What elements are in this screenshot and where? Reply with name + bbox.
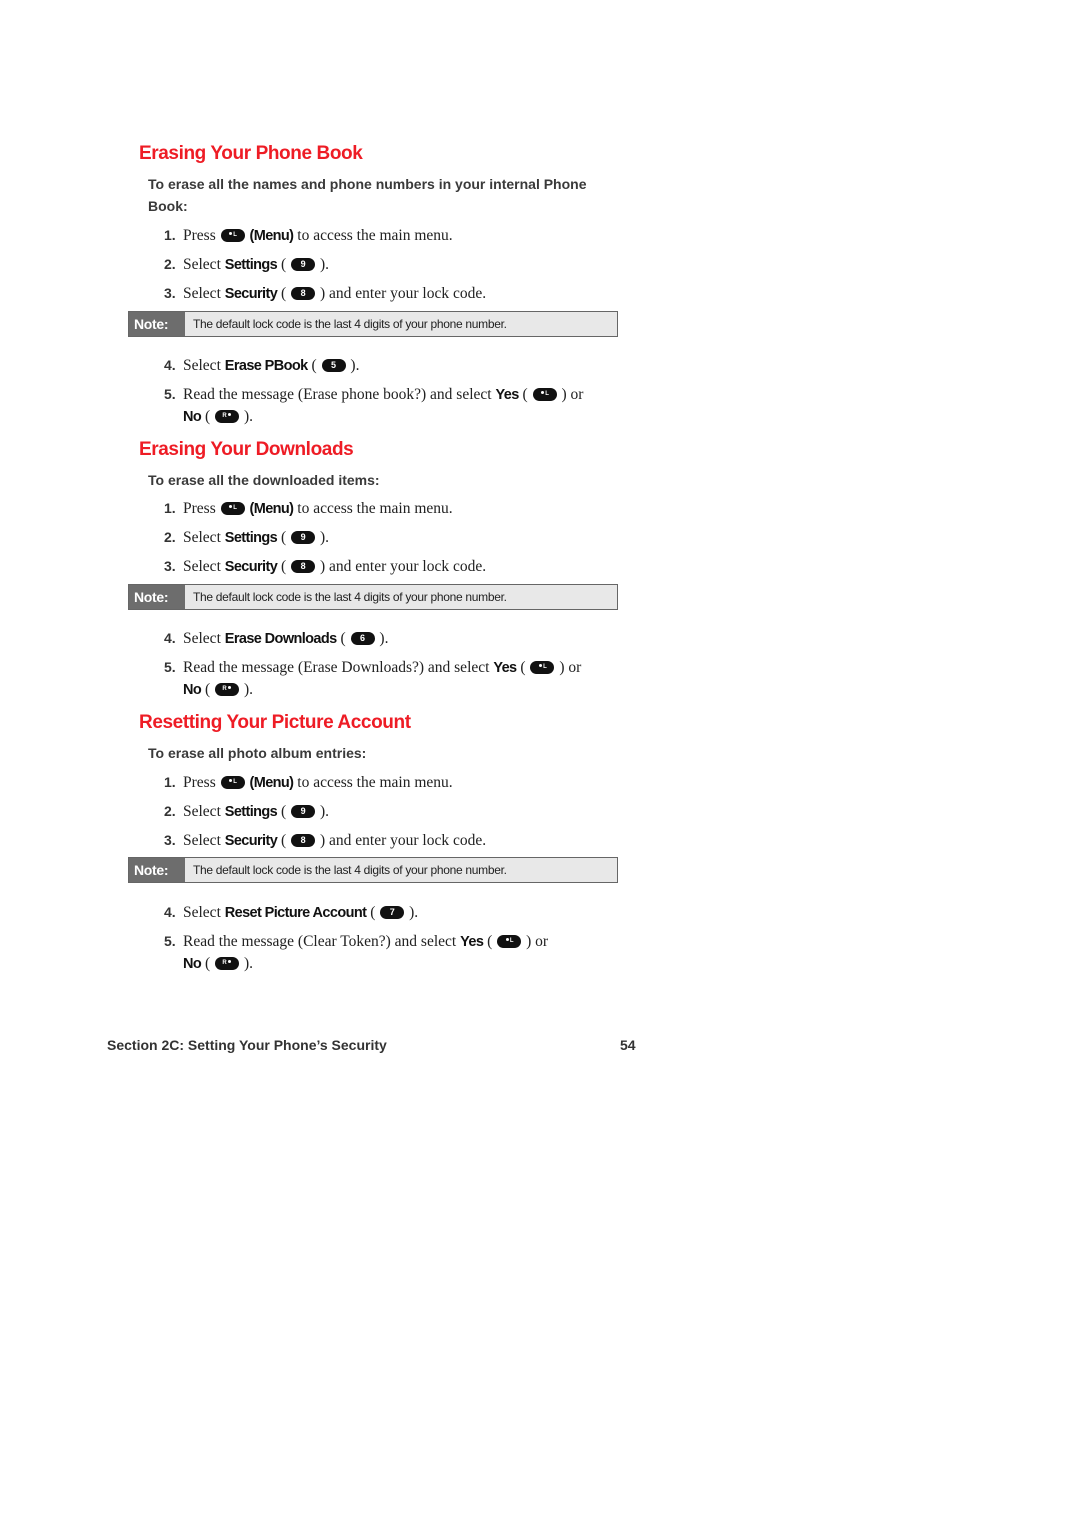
- right-softkey-icon: R: [215, 957, 240, 970]
- step-1: 1. Press L (Menu) to access the main menu…: [164, 500, 453, 517]
- left-softkey-icon: L: [220, 502, 245, 515]
- note-box: Note: The default lock code is the last …: [128, 584, 618, 610]
- section-intro: To erase all photo album entries:: [148, 745, 367, 761]
- left-softkey-icon: L: [530, 661, 555, 674]
- footer-section-title: Section 2C: Setting Your Phone’s Securit…: [107, 1037, 387, 1053]
- section-intro: To erase all the names and phone numbers…: [148, 176, 587, 214]
- section-intro: To erase all the downloaded items:: [148, 472, 380, 488]
- note-box: Note: The default lock code is the last …: [128, 857, 618, 883]
- note-label: Note:: [129, 858, 185, 882]
- step-1: 1. Press L (Menu) to access the main menu…: [164, 774, 453, 791]
- key-9-icon: 9: [291, 258, 316, 271]
- step-3: 3. Select Security ( 8 ) and enter your l…: [164, 558, 487, 575]
- section-heading: Erasing Your Downloads: [139, 439, 354, 460]
- key-9-icon: 9: [291, 805, 316, 818]
- step-4: 4. Select Reset Picture Account ( 7 ).: [164, 904, 419, 921]
- key-5-icon: 5: [321, 359, 346, 372]
- key-8-icon: 8: [291, 287, 316, 300]
- note-text: The default lock code is the last 4 digi…: [193, 590, 507, 604]
- note-text: The default lock code is the last 4 digi…: [193, 317, 507, 331]
- left-softkey-icon: L: [497, 935, 522, 948]
- right-softkey-icon: R: [215, 683, 240, 696]
- note-label: Note:: [129, 312, 185, 336]
- left-softkey-icon: L: [220, 776, 245, 789]
- left-softkey-icon: L: [220, 229, 245, 242]
- step-1: 1. Press L (Menu) to access the main menu…: [164, 227, 453, 244]
- section-heading: Erasing Your Phone Book: [139, 143, 363, 164]
- step-5: 5. Read the message (Clear Token?) and se…: [164, 933, 549, 972]
- step-2: 2. Select Settings ( 9 ).: [164, 529, 329, 546]
- page-number: 54: [620, 1037, 636, 1053]
- document-page: Erasing Your Phone Book To erase all the…: [0, 0, 1080, 1528]
- step-number: 1.: [164, 227, 176, 243]
- key-7-icon: 7: [380, 906, 405, 919]
- step-2: 2. Select Settings ( 9 ).: [164, 256, 329, 273]
- key-9-icon: 9: [291, 531, 316, 544]
- step-2: 2. Select Settings ( 9 ).: [164, 803, 329, 820]
- left-softkey-icon: L: [532, 388, 557, 401]
- key-8-icon: 8: [291, 560, 316, 573]
- key-6-icon: 6: [350, 632, 375, 645]
- key-8-icon: 8: [291, 834, 316, 847]
- right-softkey-icon: R: [215, 410, 240, 423]
- step-3: 3. Select Security ( 8 ) and enter your l…: [164, 285, 487, 302]
- step-3: 3. Select Security ( 8 ) and enter your l…: [164, 832, 487, 849]
- note-box: Note: The default lock code is the last …: [128, 311, 618, 337]
- step-4: 4. Select Erase Downloads ( 6 ).: [164, 630, 389, 647]
- step-4: 4. Select Erase PBook ( 5 ).: [164, 357, 360, 374]
- section-heading: Resetting Your Picture Account: [139, 712, 411, 733]
- note-label: Note:: [129, 585, 185, 609]
- step-5: 5. Read the message (Erase phone book?) a…: [164, 386, 584, 425]
- note-text: The default lock code is the last 4 digi…: [193, 863, 507, 877]
- step-5: 5. Read the message (Erase Downloads?) an…: [164, 659, 582, 698]
